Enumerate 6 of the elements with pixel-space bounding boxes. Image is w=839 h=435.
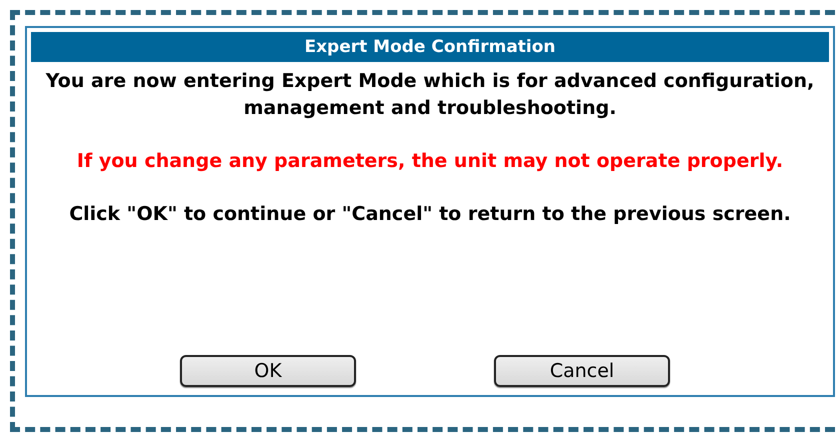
- message: Click "OK" to continue or "Cancel" to return to the previous screen.: [68, 202, 792, 227]
- warning-message: If you change any parameters, the unit may not operate properly.: [76, 149, 784, 174]
- dialog-title: Expert Mode Confirmation: [31, 32, 829, 62]
- ok-button[interactable]: OK: [180, 355, 356, 387]
- cancel-button[interactable]: Cancel: [494, 355, 670, 387]
- message: You are now entering Expert Mode which is for advanced configuration, management and troubleshooting.: [44, 69, 816, 121]
